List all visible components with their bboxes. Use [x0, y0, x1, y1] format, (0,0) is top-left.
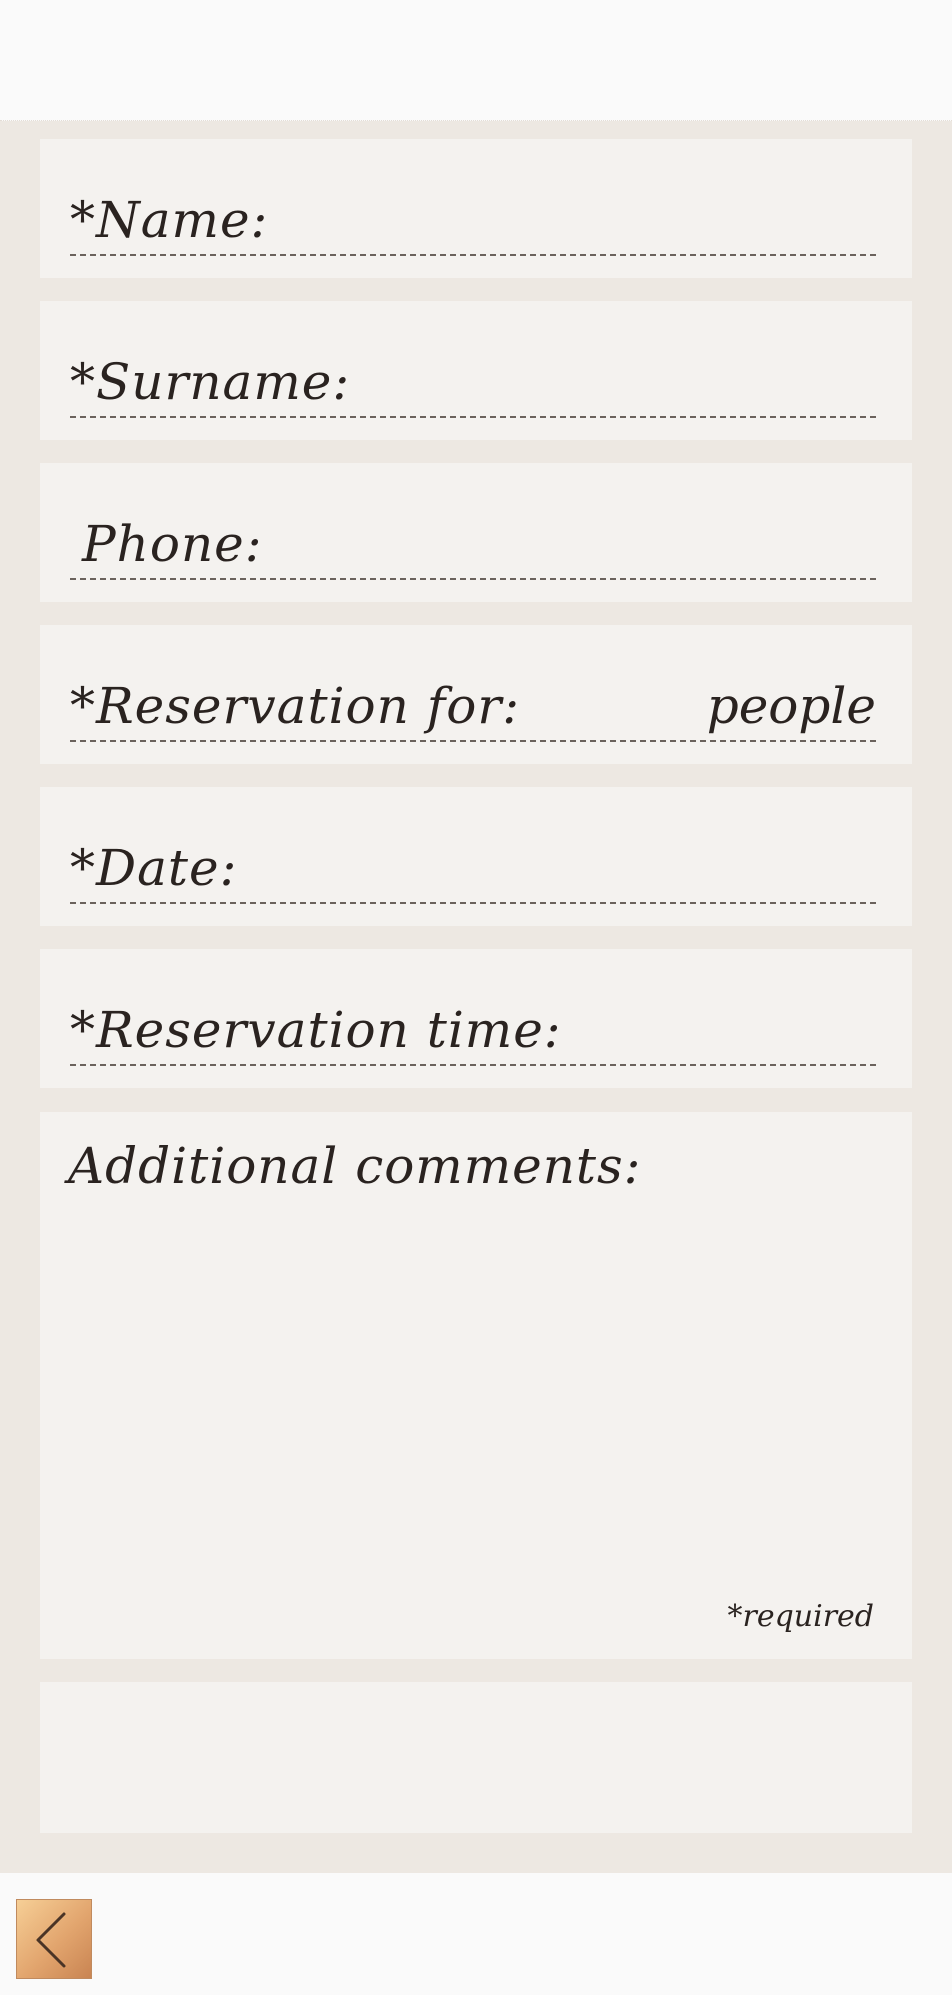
- surname-input[interactable]: [320, 346, 876, 416]
- people-unit-label: people: [706, 677, 876, 735]
- surname-card: *Surname:: [40, 301, 912, 440]
- top-bar: [0, 0, 952, 121]
- comments-textarea[interactable]: [68, 1212, 876, 1599]
- time-input[interactable]: [510, 994, 876, 1064]
- date-card: *Date:: [40, 787, 912, 926]
- submit-area-card: [40, 1682, 912, 1833]
- phone-card: Phone:: [40, 463, 912, 602]
- surname-field: *Surname:: [70, 346, 876, 418]
- chevron-left-icon: [36, 1912, 66, 1968]
- reservation-for-label: *Reservation for:: [70, 677, 521, 735]
- date-label: *Date:: [70, 839, 238, 897]
- date-input[interactable]: [240, 832, 876, 902]
- phone-input[interactable]: [270, 508, 876, 578]
- time-field: *Reservation time:: [70, 994, 876, 1066]
- phone-label: Phone:: [82, 515, 263, 573]
- date-field: *Date:: [70, 832, 876, 904]
- reservation-for-card: *Reservation for: people: [40, 625, 912, 764]
- name-card: *Name:: [40, 139, 912, 278]
- surname-label: *Surname:: [70, 353, 351, 411]
- name-input[interactable]: [260, 184, 876, 254]
- phone-field: Phone:: [70, 508, 876, 580]
- name-field: *Name:: [70, 184, 876, 256]
- comments-label: Additional comments:: [68, 1137, 642, 1195]
- comments-card: Additional comments: *required: [40, 1112, 912, 1659]
- time-card: *Reservation time:: [40, 949, 912, 1088]
- reservation-form: *Name: *Surname: Phone: *Reservation for…: [0, 121, 952, 1873]
- people-count-input[interactable]: [490, 670, 726, 740]
- time-label: *Reservation time:: [70, 1001, 562, 1059]
- required-note: *required: [727, 1599, 874, 1634]
- bottom-bar: [0, 1873, 952, 1995]
- back-button[interactable]: [16, 1899, 92, 1979]
- reservation-for-field: *Reservation for: people: [70, 670, 876, 742]
- name-label: *Name:: [70, 191, 269, 249]
